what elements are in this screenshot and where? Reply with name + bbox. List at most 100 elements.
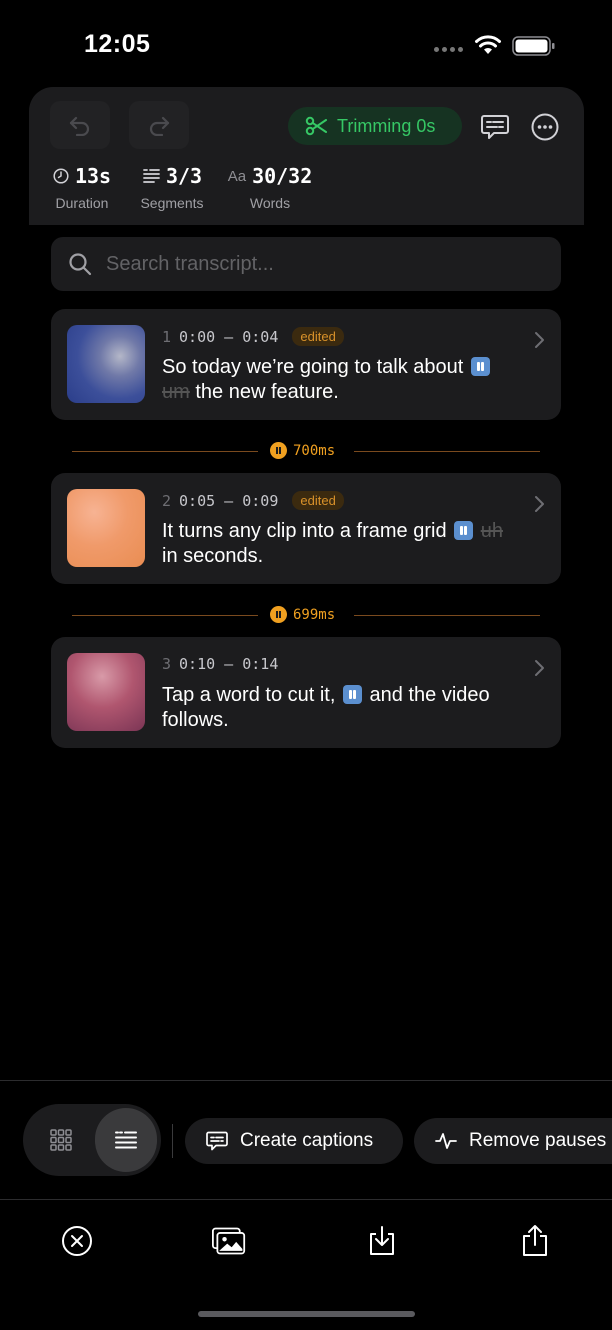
duration-value: 13s xyxy=(74,164,112,188)
words-value: 30/32 xyxy=(252,164,313,188)
segment-timecode: 0:10 – 0:14 xyxy=(179,655,279,673)
transcript-text[interactable]: It turns any clip into a frame grid xyxy=(162,520,447,542)
grid-icon xyxy=(50,1129,72,1151)
segment-index: 1 xyxy=(162,327,172,346)
wifi-icon xyxy=(475,35,501,54)
status-time: 12:05 xyxy=(84,30,151,58)
discard-button[interactable] xyxy=(60,1224,94,1258)
segments-value: 3/3 xyxy=(165,164,203,188)
transcript-text[interactable]: So today we’re going to talk about xyxy=(162,356,463,378)
transcript-text[interactable]: in seconds. xyxy=(162,545,263,567)
create-captions-label: Create captions xyxy=(240,1130,374,1151)
segments-label: Segments xyxy=(140,195,204,211)
divider-line xyxy=(354,451,540,452)
cellular-signal-icon xyxy=(434,47,463,52)
segment-transcript[interactable]: Tap a word to cut it, and the video foll… xyxy=(162,683,542,733)
photos-button[interactable] xyxy=(212,1224,246,1258)
pause-divider[interactable]: 699ms xyxy=(72,606,540,626)
search-icon xyxy=(69,253,92,276)
transcript-text[interactable]: Tap a word to cut it, xyxy=(162,684,335,706)
segment-card[interactable]: 1 0:00 – 0:04 edited So today we’re goin… xyxy=(51,309,561,420)
undo-icon xyxy=(69,116,90,136)
search-bar[interactable] xyxy=(51,237,561,291)
pause-duration-label: 699ms xyxy=(293,606,336,623)
pause-icon xyxy=(270,606,287,623)
removed-word[interactable]: uh xyxy=(481,520,503,542)
duration-label: Duration xyxy=(55,195,109,211)
segment-transcript[interactable]: So today we’re going to talk about um th… xyxy=(162,355,542,405)
caption-bubble-icon xyxy=(481,115,509,139)
waveform-icon xyxy=(435,1133,457,1149)
download-icon xyxy=(370,1226,394,1255)
download-button[interactable] xyxy=(365,1224,399,1258)
create-captions-button[interactable]: Create captions xyxy=(185,1118,403,1164)
segment-index: 2 xyxy=(162,491,172,510)
divider-line xyxy=(354,615,540,616)
remove-pauses-button[interactable]: Remove pauses xyxy=(414,1118,612,1164)
pause-duration: 700ms xyxy=(270,442,335,459)
clock-icon xyxy=(53,168,69,184)
quote-lines-icon xyxy=(115,1131,137,1149)
toolbar-separator xyxy=(172,1124,173,1158)
trimming-status-pill[interactable]: Trimming 0s xyxy=(288,107,462,145)
trimming-label: Trimming 0s xyxy=(337,115,436,136)
pause-marker-icon[interactable] xyxy=(454,521,474,540)
divider-line xyxy=(72,451,258,452)
tabbar-divider xyxy=(0,1199,612,1200)
pause-duration-label: 700ms xyxy=(293,442,336,459)
divider-line xyxy=(72,615,258,616)
pause-icon xyxy=(270,442,287,459)
edited-badge: edited xyxy=(292,327,344,346)
segment-index: 3 xyxy=(162,655,172,673)
words-stat: Aa 30/32 Words xyxy=(225,164,315,211)
grid-view-button[interactable] xyxy=(37,1116,85,1164)
words-label: Words xyxy=(249,195,291,211)
undo-button[interactable] xyxy=(50,101,110,149)
editor-header: Trimming 0s 13s Duration 3/3 Segments Aa… xyxy=(29,87,584,225)
redo-icon xyxy=(149,116,170,136)
segment-timecode: 0:00 – 0:04 xyxy=(179,327,279,346)
pause-marker-icon[interactable] xyxy=(470,357,490,376)
close-circle-icon xyxy=(62,1226,92,1256)
pause-marker-icon[interactable] xyxy=(342,685,362,704)
duration-stat: 13s Duration xyxy=(51,164,113,211)
view-mode-toggle xyxy=(23,1104,161,1176)
scissors-icon xyxy=(305,116,327,136)
more-options-button[interactable] xyxy=(529,111,561,143)
quote-lines-icon xyxy=(143,169,160,183)
segment-timecode: 0:05 – 0:09 xyxy=(179,491,279,510)
transcript-view-button[interactable] xyxy=(95,1108,157,1172)
segment-meta: 2 0:05 – 0:09 edited xyxy=(162,491,344,510)
pause-divider[interactable]: 700ms xyxy=(72,442,540,462)
edited-badge: edited xyxy=(292,491,344,510)
segment-transcript[interactable]: It turns any clip into a frame grid uh i… xyxy=(162,519,542,569)
pause-duration: 699ms xyxy=(270,606,335,623)
caption-bubble-icon xyxy=(206,1131,228,1151)
remove-pauses-label: Remove pauses xyxy=(469,1130,607,1151)
chevron-right-icon[interactable] xyxy=(533,493,545,519)
ellipsis-circle-icon xyxy=(531,113,559,141)
share-button[interactable] xyxy=(518,1224,552,1258)
transcript-text[interactable]: the new feature. xyxy=(195,381,338,403)
home-indicator xyxy=(198,1311,415,1317)
segment-card[interactable]: 3 0:10 – 0:14 Tap a word to cut it, and … xyxy=(51,637,561,748)
segment-thumbnail xyxy=(67,325,145,403)
removed-word[interactable]: um xyxy=(162,381,190,403)
segment-thumbnail xyxy=(67,653,145,731)
search-input[interactable] xyxy=(106,252,526,276)
segment-meta: 1 0:00 – 0:04 edited xyxy=(162,327,344,346)
battery-icon xyxy=(512,36,555,56)
photo-stack-icon xyxy=(212,1227,246,1255)
chevron-right-icon[interactable] xyxy=(533,657,545,683)
text-size-icon: Aa xyxy=(227,167,247,185)
segment-thumbnail xyxy=(67,489,145,567)
segment-card[interactable]: 2 0:05 – 0:09 edited It turns any clip i… xyxy=(51,473,561,584)
chevron-right-icon[interactable] xyxy=(533,329,545,355)
captions-button[interactable] xyxy=(479,111,511,143)
status-bar: 12:05 xyxy=(0,0,612,90)
toolbar-divider xyxy=(0,1080,612,1081)
segment-meta: 3 0:10 – 0:14 xyxy=(162,655,278,673)
segments-stat: 3/3 Segments xyxy=(133,164,211,211)
redo-button[interactable] xyxy=(129,101,189,149)
share-icon xyxy=(523,1225,547,1256)
